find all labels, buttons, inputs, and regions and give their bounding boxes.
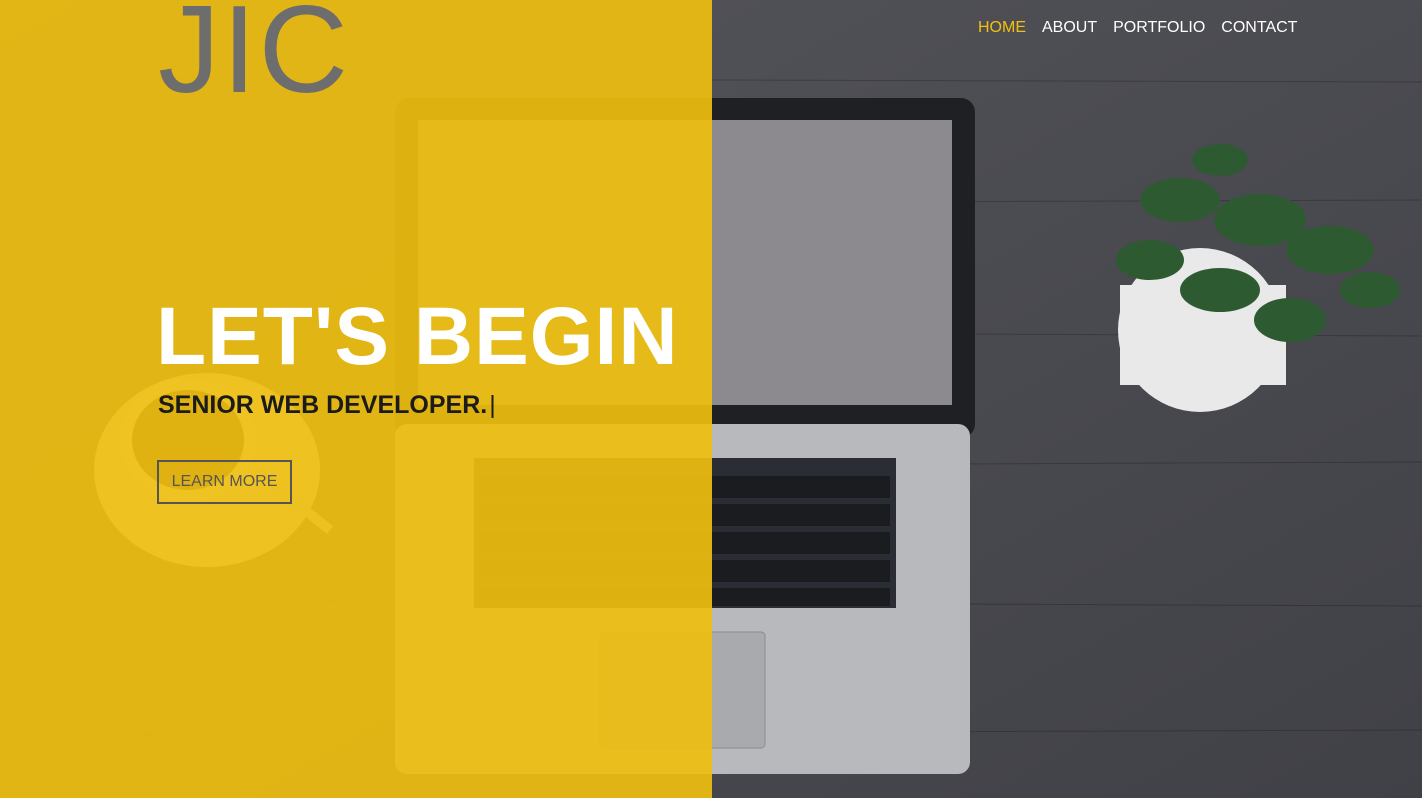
nav-item-portfolio[interactable]: PORTFOLIO [1113,19,1205,37]
hero-headline: LET'S BEGIN [156,291,679,382]
nav-item-home[interactable]: HOME [978,19,1026,37]
hero-subheadline-text: SENIOR WEB DEVELOPER. [158,391,488,419]
nav-item-contact[interactable]: CONTACT [1221,19,1297,37]
learn-more-button[interactable]: LEARN MORE [157,460,292,504]
site-logo[interactable]: JIC [158,0,350,112]
main-nav: HOME ABOUT PORTFOLIO CONTACT [978,19,1297,37]
hero-section: JIC HOME ABOUT PORTFOLIO CONTACT LET'S B… [0,0,1422,798]
hero-subheadline: SENIOR WEB DEVELOPER.| [158,393,496,418]
nav-item-about[interactable]: ABOUT [1042,19,1097,37]
typing-cursor: | [489,391,496,419]
